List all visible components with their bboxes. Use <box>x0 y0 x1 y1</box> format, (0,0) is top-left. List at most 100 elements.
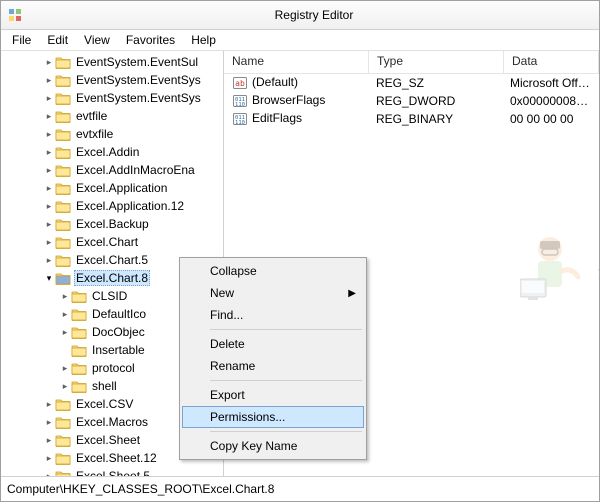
ctx-copy-key-name[interactable]: Copy Key Name <box>182 435 364 457</box>
col-type[interactable]: Type <box>369 51 504 73</box>
folder-icon <box>55 163 71 177</box>
menu-help[interactable]: Help <box>184 31 223 49</box>
folder-icon <box>55 181 71 195</box>
expand-icon[interactable]: ▸ <box>43 165 55 176</box>
ctx-collapse[interactable]: Collapse <box>182 260 364 282</box>
folder-icon <box>55 145 71 159</box>
folder-icon <box>55 469 71 476</box>
expand-icon[interactable]: ▸ <box>43 111 55 122</box>
statusbar: Computer\HKEY_CLASSES_ROOT\Excel.Chart.8 <box>1 476 599 501</box>
expand-icon[interactable]: ▸ <box>59 327 71 338</box>
expand-icon[interactable]: ▸ <box>43 183 55 194</box>
menu-favorites[interactable]: Favorites <box>119 31 182 49</box>
expand-icon[interactable]: ▸ <box>43 75 55 86</box>
tree-item-label: Excel.Sheet <box>74 433 142 447</box>
tree-item[interactable]: ▸Excel.Sheet.5 <box>1 467 223 476</box>
ctx-delete[interactable]: Delete <box>182 333 364 355</box>
value-data: 00 00 00 00 <box>502 112 599 126</box>
tree-item-label: Excel.CSV <box>74 397 135 411</box>
tree-item[interactable]: ▸evtfile <box>1 107 223 125</box>
tree-item-label: Excel.Macros <box>74 415 150 429</box>
tree-item-label: Excel.Chart.8 <box>74 270 150 286</box>
folder-icon <box>55 433 71 447</box>
watermark-brand: APPUALS <box>598 254 599 277</box>
expand-icon[interactable]: ▸ <box>43 219 55 230</box>
tree-item[interactable]: ▸ Excel.Addin <box>1 143 223 161</box>
tree-item[interactable]: ▸ Excel.Chart <box>1 233 223 251</box>
ctx-permissions[interactable]: Permissions... <box>182 406 364 428</box>
menu-file[interactable]: File <box>5 31 38 49</box>
expand-icon[interactable]: ▸ <box>43 435 55 446</box>
tree-item-label: shell <box>90 379 119 393</box>
folder-icon <box>55 127 71 141</box>
value-row[interactable]: 011110EditFlagsREG_BINARY00 00 00 00 <box>224 110 599 128</box>
value-name: BrowserFlags <box>252 93 325 107</box>
collapse-icon[interactable]: ▾ <box>43 273 55 284</box>
tree-item[interactable]: ▸ EventSystem.EventSul <box>1 53 223 71</box>
col-data[interactable]: Data <box>504 51 599 73</box>
col-name[interactable]: Name <box>224 51 369 73</box>
tree-item-label: CLSID <box>90 289 129 303</box>
tree-item-label: Excel.Addin <box>74 145 141 159</box>
expand-icon[interactable]: ▸ <box>43 129 55 140</box>
ctx-rename[interactable]: Rename <box>182 355 364 377</box>
tree-item-label: DocObjec <box>90 325 147 339</box>
expand-icon[interactable]: ▸ <box>43 201 55 212</box>
value-data: 0x00000008 (8) <box>502 94 599 108</box>
expand-icon[interactable]: ▸ <box>59 291 71 302</box>
value-name: EditFlags <box>252 111 302 125</box>
menubar: File Edit View Favorites Help <box>1 30 599 51</box>
ctx-sep <box>210 431 362 432</box>
expand-icon[interactable]: ▸ <box>59 309 71 320</box>
tree-item-label: protocol <box>90 361 137 375</box>
submenu-arrow-icon: ▶ <box>348 288 356 299</box>
tree-item-label: evtxfile <box>74 127 115 141</box>
tree-item[interactable]: ▸ Excel.Application <box>1 179 223 197</box>
folder-icon <box>71 289 87 303</box>
ctx-sep <box>210 380 362 381</box>
expand-icon[interactable]: ▸ <box>43 453 55 464</box>
tree-item[interactable]: ▸EventSystem.EventSys <box>1 89 223 107</box>
ctx-new[interactable]: New▶ <box>182 282 364 304</box>
folder-icon <box>55 199 71 213</box>
expand-icon[interactable]: ▸ <box>59 381 71 392</box>
expand-icon[interactable]: ▸ <box>43 417 55 428</box>
folder-icon <box>55 109 71 123</box>
folder-icon <box>71 361 87 375</box>
string-value-icon: ab <box>232 75 248 91</box>
ctx-find[interactable]: Find... <box>182 304 364 326</box>
watermark-tagline: TECH HOW-TO'S FROM THE EXPERTS <box>598 277 599 286</box>
value-name: (Default) <box>252 75 298 89</box>
expand-icon[interactable]: ▸ <box>59 363 71 374</box>
context-menu: Collapse New▶ Find... Delete Rename Expo… <box>179 257 367 460</box>
tree-item-label: Excel.Chart <box>74 235 140 249</box>
folder-icon <box>55 451 71 465</box>
folder-icon <box>55 397 71 411</box>
svg-text:110: 110 <box>235 120 245 126</box>
expand-icon[interactable]: ▸ <box>43 93 55 104</box>
menu-view[interactable]: View <box>77 31 117 49</box>
ctx-sep <box>210 329 362 330</box>
tree-item[interactable]: ▸Excel.AddInMacroEna <box>1 161 223 179</box>
ctx-export[interactable]: Export <box>182 384 364 406</box>
tree-item-label: Excel.Chart.5 <box>74 253 150 267</box>
tree-item-label: Excel.Application <box>74 181 169 195</box>
tree-item-label: EventSystem.EventSul <box>74 55 200 69</box>
expand-icon[interactable]: ▸ <box>43 471 55 477</box>
folder-icon <box>71 379 87 393</box>
values-header: Name Type Data <box>224 51 599 74</box>
tree-item[interactable]: ▸Excel.Application.12 <box>1 197 223 215</box>
tree-item[interactable]: ▸ evtxfile <box>1 125 223 143</box>
menu-edit[interactable]: Edit <box>40 31 75 49</box>
tree-item[interactable]: ▸EventSystem.EventSys <box>1 71 223 89</box>
expand-icon[interactable]: ▸ <box>43 237 55 248</box>
expand-icon[interactable]: ▸ <box>43 147 55 158</box>
tree-item[interactable]: ▸Excel.Backup <box>1 215 223 233</box>
expand-icon[interactable]: ▸ <box>43 255 55 266</box>
value-row[interactable]: ab(Default)REG_SZMicrosoft Office Excel … <box>224 74 599 92</box>
value-row[interactable]: 011110BrowserFlagsREG_DWORD0x00000008 (8… <box>224 92 599 110</box>
value-data: Microsoft Office Excel Chart <box>502 76 599 90</box>
expand-icon[interactable]: ▸ <box>43 399 55 410</box>
expand-icon[interactable]: ▸ <box>43 57 55 68</box>
folder-icon <box>55 415 71 429</box>
